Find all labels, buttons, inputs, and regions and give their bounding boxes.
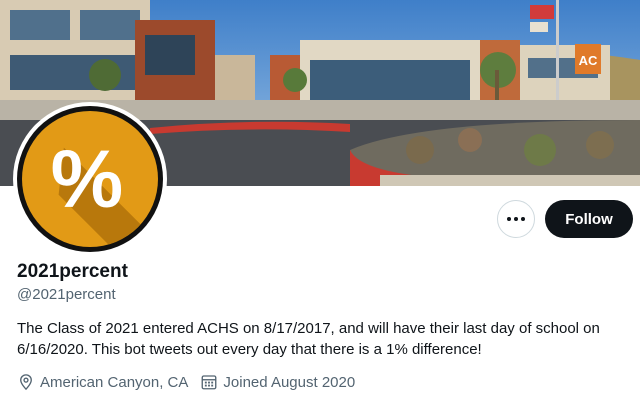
profile-bio: The Class of 2021 entered ACHS on 8/17/2… — [17, 320, 600, 358]
profile-meta: American Canyon, CA Joined August 2020 — [17, 373, 367, 391]
percent-logo-icon: % — [51, 134, 158, 247]
joined-text: Joined August 2020 — [223, 373, 356, 391]
location-pin-icon — [20, 374, 32, 391]
avatar-symbol: % — [51, 134, 124, 225]
more-icon — [507, 217, 525, 221]
calendar-icon — [201, 375, 217, 390]
profile-location: American Canyon, CA — [17, 373, 188, 391]
building-sign: AC — [579, 53, 598, 68]
display-name: 2021percent — [17, 261, 128, 282]
profile-join-date: Joined August 2020 — [200, 373, 355, 391]
user-handle: @2021percent — [17, 286, 116, 303]
profile-avatar[interactable]: % — [13, 102, 167, 256]
avatar-image: % — [22, 111, 158, 247]
location-text: American Canyon, CA — [40, 373, 189, 391]
follow-button[interactable]: Follow — [545, 200, 633, 238]
more-options-button[interactable] — [497, 200, 535, 238]
